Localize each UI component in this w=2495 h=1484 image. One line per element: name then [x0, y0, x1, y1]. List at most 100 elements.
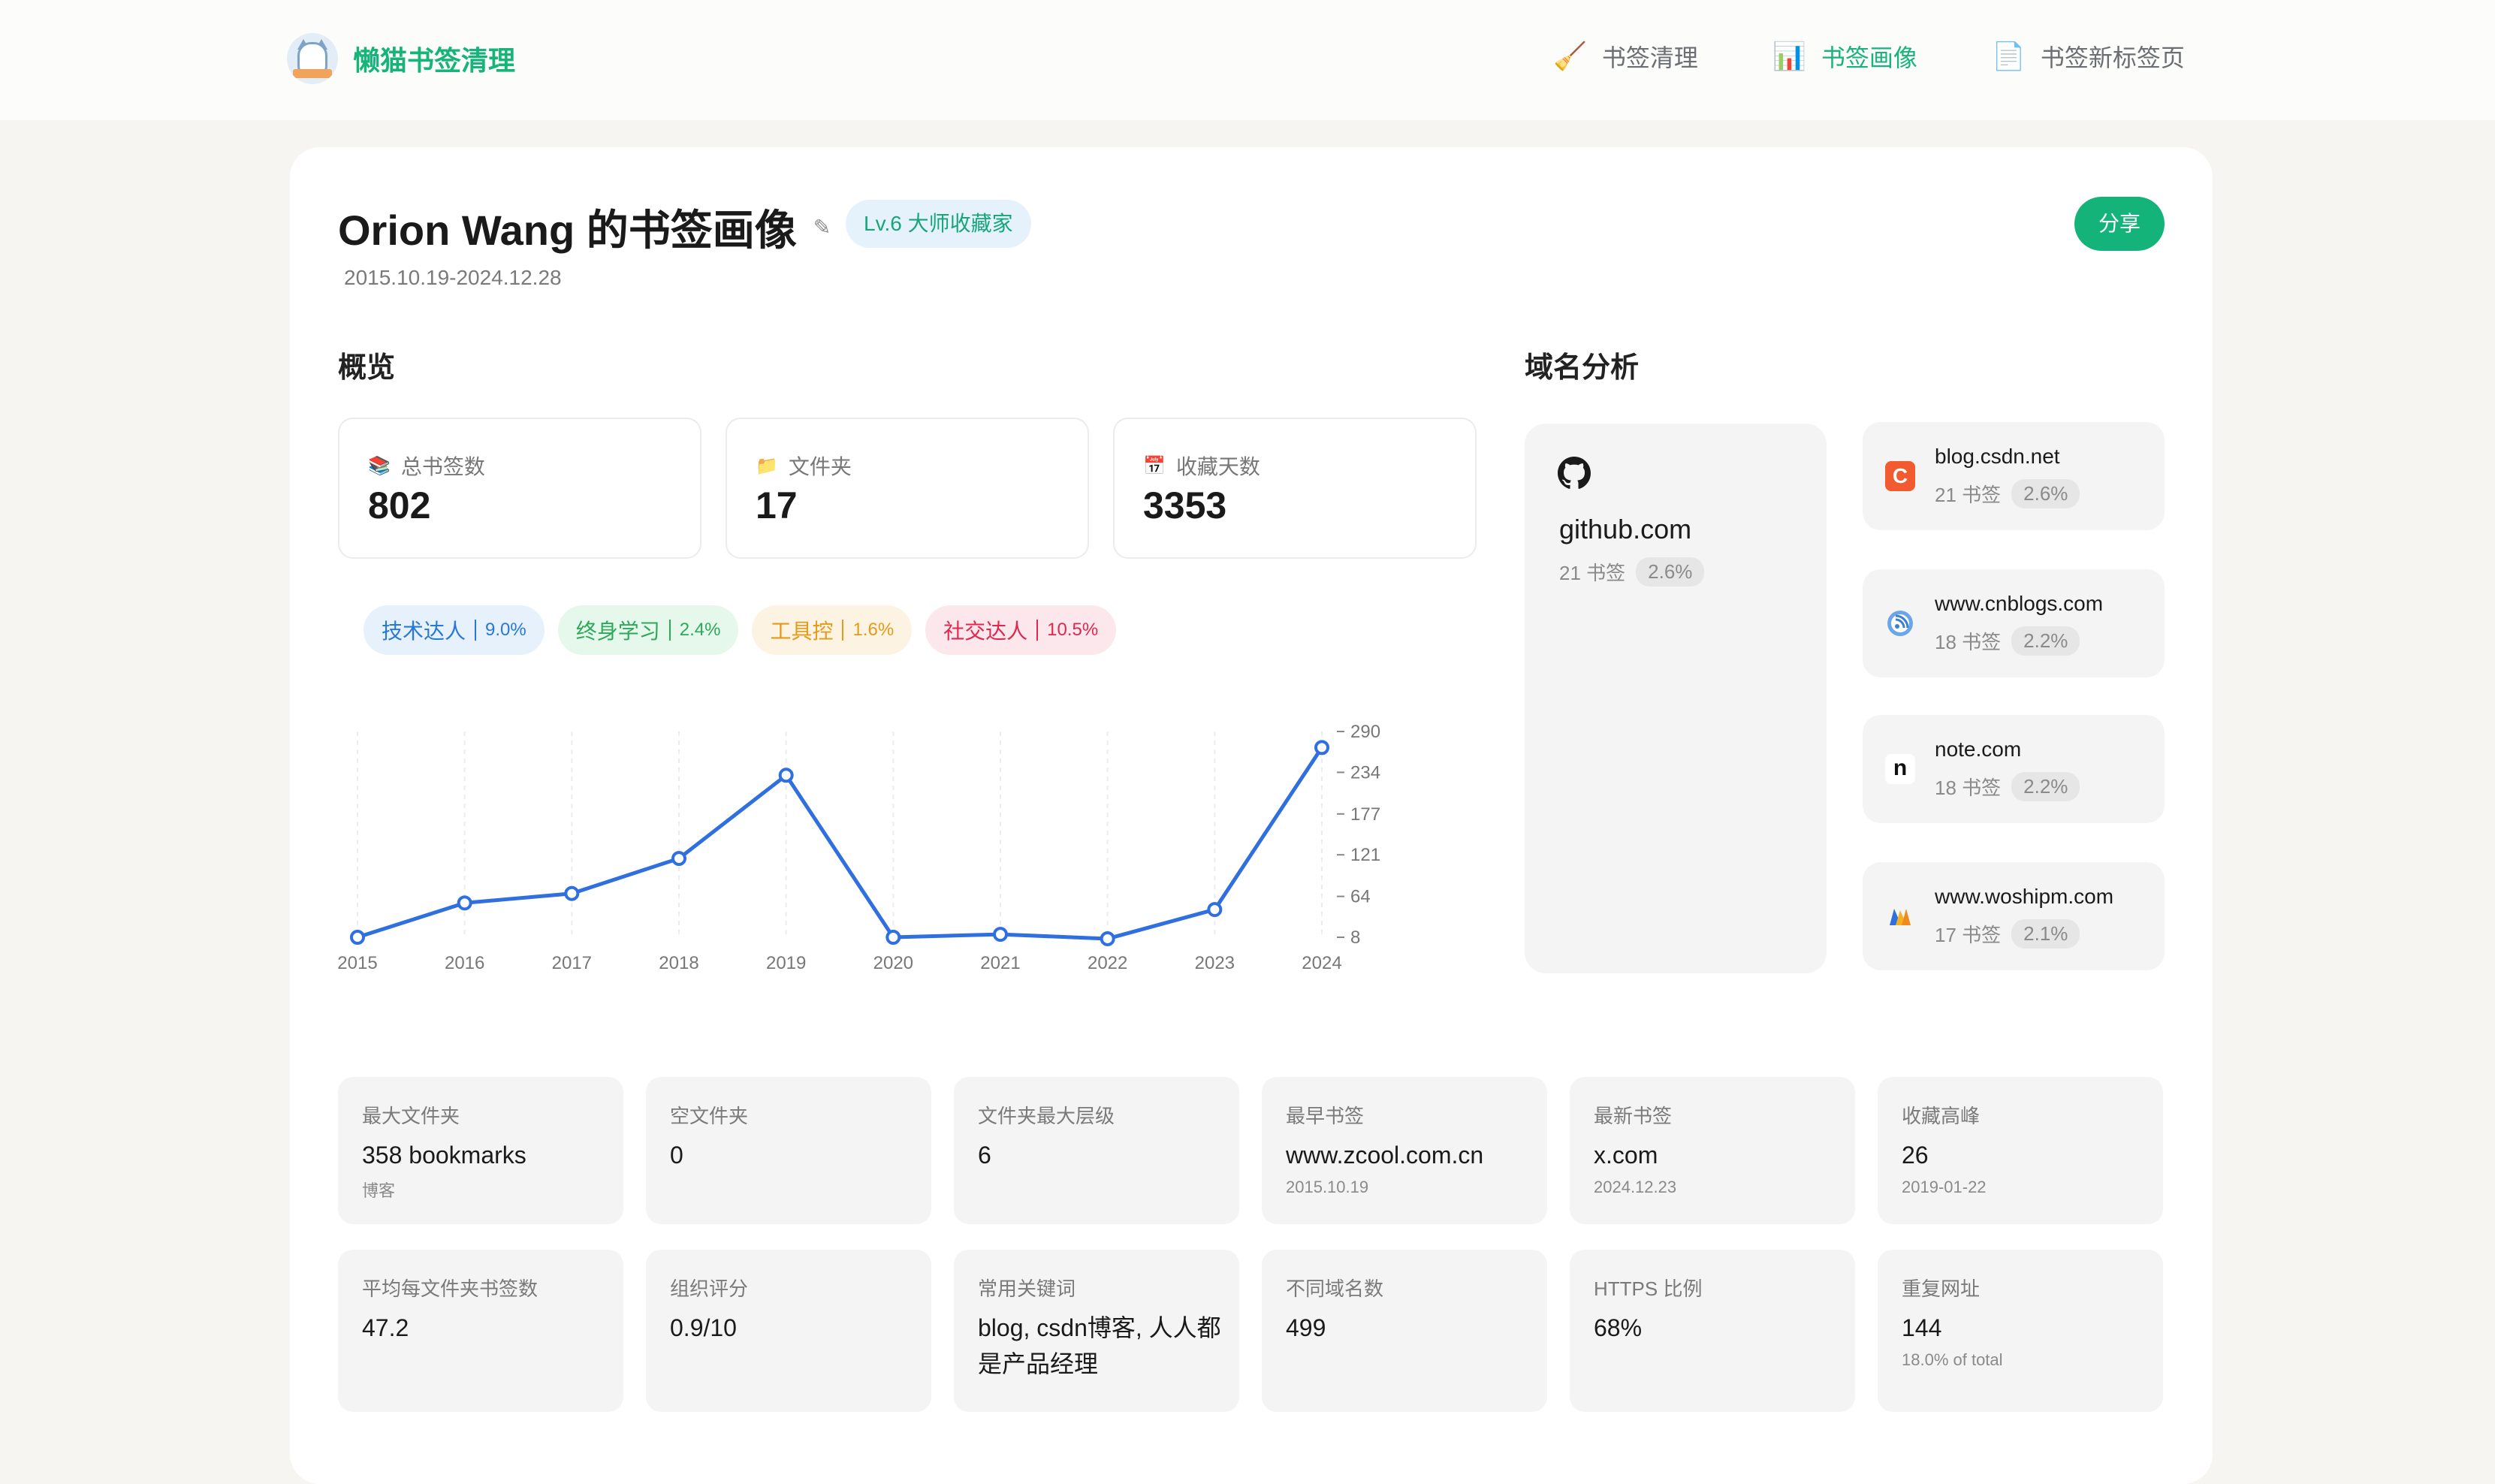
- series-line: [357, 746, 1324, 941]
- books-icon: 📚: [368, 455, 391, 476]
- domain-card[interactable]: www.woshipm.com 17 书签 2.1%: [1863, 862, 2165, 970]
- tag-lifelong-learning[interactable]: 终身学习 2.4%: [557, 605, 739, 655]
- detail-value: 68%: [1594, 1314, 1643, 1341]
- y-tick-label: 121: [1350, 845, 1380, 865]
- stat-value: 17: [756, 484, 798, 526]
- nav-label: 书签清理: [1601, 44, 1698, 71]
- stat-value: 802: [368, 484, 431, 526]
- share-button[interactable]: 分享: [2074, 197, 2165, 251]
- nav-bookmark-cleanup[interactable]: 🧹 书签清理: [1553, 39, 1698, 74]
- data-point: [564, 885, 580, 901]
- domain-name: www.cnblogs.com: [1935, 592, 2104, 615]
- percent-pill: 2.2%: [2011, 626, 2080, 656]
- detail-avg-per-folder: 平均每文件夹书签数 47.2: [338, 1250, 623, 1412]
- persona-tags: 技术达人 9.0% 终身学习 2.4% 工具控 1.6% 社交达人 10.5%: [364, 605, 1130, 655]
- detail-https-ratio: HTTPS 比例 68%: [1570, 1250, 1855, 1412]
- detail-value: www.zcool.com.cn: [1286, 1142, 1484, 1169]
- stat-collect-days: 📅 收藏天数 3353: [1113, 418, 1477, 559]
- domain-meta: 17 书签 2.1%: [1935, 919, 2080, 949]
- data-point: [1100, 931, 1115, 946]
- stat-label: 文件夹: [788, 455, 852, 478]
- data-point: [993, 927, 1008, 943]
- page-title: Orion Wang 的书签画像 ✎: [338, 197, 831, 258]
- detail-value: x.com: [1594, 1142, 1658, 1169]
- bookmark-count: 21 书签: [1935, 484, 2002, 506]
- overview-heading: 概览: [338, 352, 396, 384]
- detail-label: 重复网址: [1902, 1277, 1981, 1300]
- domain-meta: 18 书签 2.2%: [1935, 626, 2080, 656]
- nav-label: 书签新标签页: [2040, 44, 2185, 71]
- app-name: 懒猫书签清理: [353, 45, 516, 76]
- tag-tool-fan[interactable]: 工具控 1.6%: [752, 605, 913, 655]
- percent-pill: 2.6%: [2011, 479, 2080, 508]
- stat-label: 总书签数: [400, 455, 485, 478]
- app-logo[interactable]: 懒猫书签清理: [287, 33, 515, 84]
- detail-label: 不同域名数: [1286, 1277, 1384, 1300]
- bookmark-count: 17 书签: [1935, 924, 2002, 946]
- x-tick-label: 2017: [552, 953, 592, 973]
- top-bar: 懒猫书签清理 🧹 书签清理 📊 书签画像 📄 书签新标签页: [0, 0, 2495, 120]
- percent-pill: 2.1%: [2011, 919, 2080, 949]
- nav-bookmark-newtab[interactable]: 📄 书签新标签页: [1992, 39, 2185, 74]
- github-icon: [1558, 457, 1591, 489]
- bookmark-count: 18 书签: [1935, 777, 2002, 799]
- level-badge: Lv.6 大师收藏家: [846, 200, 1031, 248]
- top-domain-name: github.com: [1559, 514, 1692, 544]
- top-domain-card[interactable]: github.com 21 书签 2.6%: [1525, 424, 1827, 973]
- detail-value: blog, csdn博客, 人人都是产品经理: [978, 1314, 1221, 1377]
- tag-percent: 10.5%: [1036, 620, 1098, 641]
- domain-meta: 18 书签 2.2%: [1935, 772, 2080, 801]
- data-point: [457, 895, 472, 911]
- stat-label: 收藏天数: [1175, 455, 1260, 478]
- bookmark-count: 18 书签: [1935, 631, 2002, 653]
- y-tick-label: 177: [1350, 804, 1380, 825]
- detail-value: 26: [1902, 1142, 1929, 1169]
- detail-unique-domains: 不同域名数 499: [1262, 1250, 1547, 1412]
- x-tick-label: 2024: [1302, 953, 1341, 973]
- woshipm-icon: [1890, 909, 1911, 925]
- x-tick-label: 2023: [1195, 953, 1235, 973]
- detail-sub: 18.0% of total: [1902, 1350, 2003, 1369]
- data-point: [885, 930, 901, 945]
- tag-label: 社交达人: [943, 620, 1028, 643]
- detail-value: 144: [1902, 1314, 1942, 1341]
- detail-duplicate-urls: 重复网址 144 18.0% of total: [1878, 1250, 2163, 1412]
- nav-label: 书签画像: [1821, 44, 1917, 71]
- profile-card: Orion Wang 的书签画像 ✎ Lv.6 大师收藏家 2015.10.19…: [290, 147, 2213, 1484]
- broom-icon: 🧹: [1553, 41, 1587, 72]
- detail-label: 最新书签: [1594, 1105, 1673, 1127]
- tag-tech-expert[interactable]: 技术达人 9.0%: [364, 605, 545, 655]
- x-tick-label: 2016: [445, 953, 484, 973]
- csdn-icon: C: [1885, 461, 1915, 491]
- detail-value: 0.9/10: [670, 1314, 737, 1341]
- detail-value: 6: [978, 1142, 991, 1169]
- nav-bookmark-profile[interactable]: 📊 书签画像: [1772, 39, 1917, 74]
- detail-sub: 2019-01-22: [1902, 1178, 1987, 1196]
- detail-label: 文件夹最大层级: [978, 1105, 1115, 1127]
- x-tick-label: 2022: [1088, 953, 1127, 973]
- domain-analysis-heading: 域名分析: [1525, 352, 1640, 384]
- percent-pill: 2.2%: [2011, 772, 2080, 801]
- pencil-icon[interactable]: ✎: [813, 215, 831, 240]
- detail-label: 收藏高峰: [1902, 1105, 1981, 1127]
- data-point: [350, 930, 365, 945]
- domain-card[interactable]: C blog.csdn.net 21 书签 2.6%: [1863, 422, 2165, 530]
- detail-value: 499: [1286, 1314, 1326, 1341]
- domain-card[interactable]: www.cnblogs.com 18 书签 2.2%: [1863, 569, 2165, 677]
- detail-peak: 收藏高峰 26 2019-01-22: [1878, 1077, 2163, 1224]
- stat-value: 3353: [1143, 484, 1227, 526]
- detail-label: 最早书签: [1286, 1105, 1365, 1127]
- date-range: 2015.10.19-2024.12.28: [344, 266, 562, 289]
- tag-label: 工具控: [770, 620, 834, 643]
- detail-value: 0: [670, 1142, 683, 1169]
- domain-card[interactable]: n note.com 18 书签 2.2%: [1863, 715, 2165, 823]
- y-tick-label: 8: [1350, 928, 1360, 948]
- tag-percent: 9.0%: [475, 620, 526, 641]
- detail-latest-bookmark: 最新书签 x.com 2024.12.23: [1570, 1077, 1855, 1224]
- y-tick-label: 234: [1350, 762, 1380, 783]
- top-domain-meta: 21 书签 2.6%: [1559, 557, 1705, 587]
- x-tick-label: 2019: [766, 953, 806, 973]
- x-tick-label: 2015: [337, 953, 377, 973]
- x-tick-label: 2021: [980, 953, 1020, 973]
- tag-social-expert[interactable]: 社交达人 10.5%: [925, 605, 1117, 655]
